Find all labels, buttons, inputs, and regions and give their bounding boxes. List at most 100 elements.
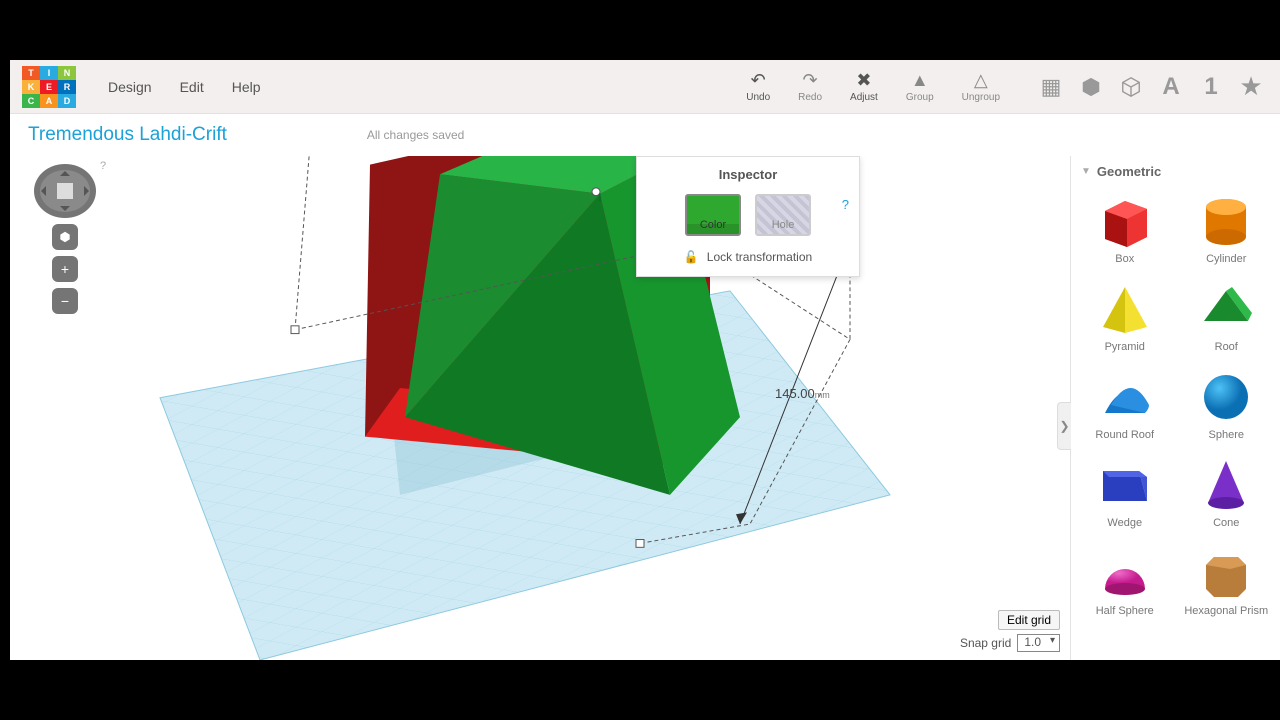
category-header[interactable]: ▼ Geometric	[1071, 156, 1280, 181]
workplane-svg	[10, 156, 1070, 660]
adjust-button[interactable]: ✖ Adjust	[850, 70, 878, 103]
orbit-left-icon[interactable]	[36, 186, 46, 196]
lock-icon[interactable]: 🔓	[684, 250, 699, 264]
shape-label: Roof	[1215, 341, 1238, 353]
shape-label: Sphere	[1209, 429, 1244, 441]
shape-box[interactable]: Box	[1075, 185, 1175, 271]
group-label: Group	[906, 92, 934, 103]
undo-label: Undo	[746, 92, 770, 103]
shapes-sidebar: ❯ ▼ Geometric Box	[1070, 156, 1280, 660]
snap-grid-select[interactable]: 1.0	[1017, 634, 1060, 652]
viewcube-help[interactable]: ?	[100, 160, 106, 172]
menu-design[interactable]: Design	[94, 71, 166, 103]
topbar: TIN KER CAD Design Edit Help ↶ Undo ↷ Re…	[10, 60, 1280, 114]
category-label: Geometric	[1097, 164, 1161, 179]
redo-button[interactable]: ↷ Redo	[798, 70, 822, 103]
shape-label: Hexagonal Prism	[1184, 605, 1268, 617]
orbit-down-icon[interactable]	[60, 206, 70, 216]
inspector-title: Inspector	[637, 157, 859, 190]
main-menu: Design Edit Help	[94, 71, 275, 103]
menu-edit[interactable]: Edit	[166, 71, 218, 103]
box-icon	[1090, 191, 1160, 251]
shape-label: Round Roof	[1095, 429, 1154, 441]
lock-label[interactable]: Lock transformation	[707, 250, 812, 264]
ungroup-label: Ungroup	[962, 92, 1000, 103]
pyramid-icon	[1090, 279, 1160, 339]
hex-prism-icon	[1191, 543, 1261, 603]
chevron-down-icon: ▼	[1081, 166, 1091, 177]
shape-roof[interactable]: Roof	[1177, 273, 1277, 359]
snap-grid-label: Snap grid	[960, 636, 1011, 650]
shape-pyramid[interactable]: Pyramid	[1075, 273, 1175, 359]
redo-label: Redo	[798, 92, 822, 103]
dimension-unit: mm	[815, 390, 830, 400]
shape-label: Wedge	[1107, 517, 1142, 529]
wedge-icon	[1090, 455, 1160, 515]
color-swatch[interactable]: Color	[685, 194, 741, 236]
redo-icon: ↷	[800, 70, 820, 90]
round-roof-icon	[1090, 367, 1160, 427]
shape-label: Box	[1115, 253, 1134, 265]
shape-hex-prism[interactable]: Hexagonal Prism	[1177, 537, 1277, 623]
ungroup-icon: △	[971, 70, 991, 90]
sidebar-collapse-tab[interactable]: ❯	[1057, 402, 1071, 450]
shape-cone[interactable]: Cone	[1177, 449, 1277, 535]
save-status: All changes saved	[367, 128, 464, 142]
orbit-up-icon[interactable]	[60, 166, 70, 176]
shape-scroll[interactable]: Box Cylinder Pyramid	[1071, 181, 1280, 660]
home-view-icon[interactable]	[57, 183, 73, 199]
shape-label: Pyramid	[1105, 341, 1145, 353]
dimension-label[interactable]: 145.00mm	[775, 386, 830, 401]
menu-help[interactable]: Help	[218, 71, 275, 103]
shape-label: Cylinder	[1206, 253, 1246, 265]
ungroup-button[interactable]: △ Ungroup	[962, 70, 1000, 103]
project-name[interactable]: Tremendous Lahdi-Crift	[28, 124, 227, 146]
group-icon: ▲	[910, 70, 930, 90]
hole-swatch[interactable]: Hole	[755, 194, 811, 236]
shape-grid: Box Cylinder Pyramid	[1075, 185, 1276, 623]
shape-half-sphere[interactable]: Half Sphere	[1075, 537, 1175, 623]
cone-icon	[1191, 455, 1261, 515]
number-1-icon[interactable]: 1	[1198, 74, 1224, 100]
edit-grid-button[interactable]: Edit grid	[998, 610, 1060, 630]
status-bar: Tremendous Lahdi-Crift All changes saved	[10, 114, 1280, 156]
star-icon[interactable]: ★	[1238, 74, 1264, 100]
cube-wire-icon[interactable]	[1118, 74, 1144, 100]
cylinder-icon	[1191, 191, 1261, 251]
app-window: TIN KER CAD Design Edit Help ↶ Undo ↷ Re…	[10, 60, 1280, 660]
adjust-label: Adjust	[850, 92, 878, 103]
zoom-out-button[interactable]: −	[52, 288, 78, 314]
main-row: ? + −	[10, 156, 1280, 660]
inspector-help-button[interactable]: ?	[842, 197, 849, 212]
group-button[interactable]: ▲ Group	[906, 70, 934, 103]
shape-label: Cone	[1213, 517, 1239, 529]
sphere-icon	[1191, 367, 1261, 427]
canvas-3d[interactable]: ? + −	[10, 156, 1070, 660]
shape-sphere[interactable]: Sphere	[1177, 361, 1277, 447]
tinkercad-logo[interactable]: TIN KER CAD	[22, 66, 76, 108]
adjust-icon: ✖	[854, 70, 874, 90]
orbit-right-icon[interactable]	[84, 186, 94, 196]
letterbox-top	[0, 0, 1280, 60]
grid-controls: Edit grid Snap grid 1.0	[960, 610, 1060, 652]
cube-solid-icon[interactable]	[1078, 74, 1104, 100]
letterbox-bottom	[0, 660, 1280, 720]
orbit-control[interactable]	[34, 164, 96, 218]
roof-icon	[1191, 279, 1261, 339]
letter-a-icon[interactable]: A	[1158, 74, 1184, 100]
inspector-panel: Inspector ? Color Hole 🔓 Lock transforma…	[636, 156, 860, 277]
zoom-in-button[interactable]: +	[52, 256, 78, 282]
fit-view-button[interactable]	[52, 224, 78, 250]
shape-cylinder[interactable]: Cylinder	[1177, 185, 1277, 271]
shape-wedge[interactable]: Wedge	[1075, 449, 1175, 535]
top-tools: ↶ Undo ↷ Redo ✖ Adjust ▲ Group △ Ungroup	[746, 70, 1000, 103]
workplane-icon[interactable]: ▦	[1038, 74, 1064, 100]
viewcube: ? + −	[34, 164, 96, 314]
right-icon-strip: ▦ A 1 ★	[1038, 74, 1264, 100]
shape-label: Half Sphere	[1096, 605, 1154, 617]
undo-button[interactable]: ↶ Undo	[746, 70, 770, 103]
half-sphere-icon	[1090, 543, 1160, 603]
undo-icon: ↶	[748, 70, 768, 90]
shape-round-roof[interactable]: Round Roof	[1075, 361, 1175, 447]
dimension-value: 145.00	[775, 386, 815, 401]
